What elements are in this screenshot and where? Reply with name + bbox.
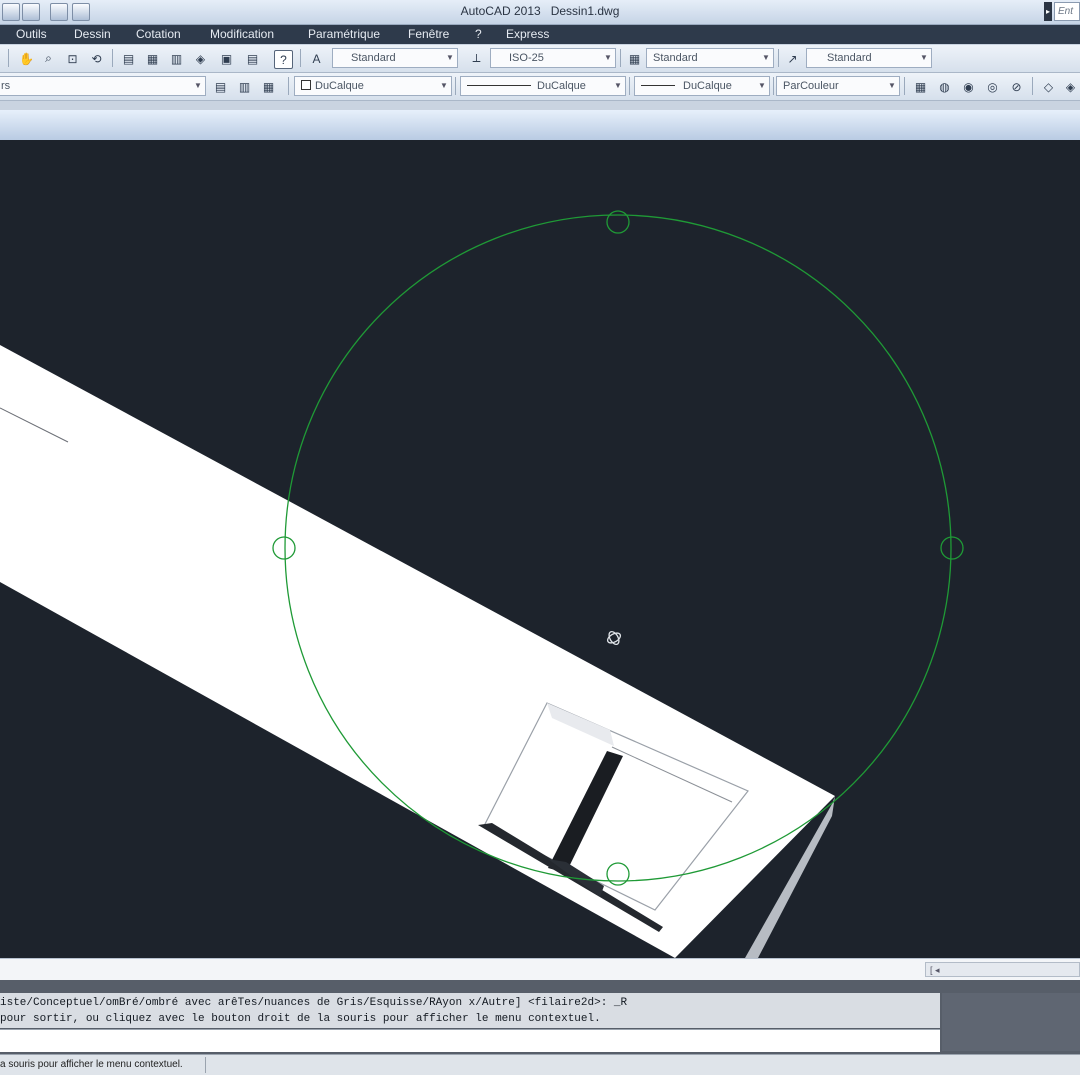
- multileader-style-select[interactable]: Standard ▼: [806, 48, 932, 68]
- view-cube-2-icon[interactable]: ◈: [1062, 78, 1079, 95]
- realistic-sphere-icon[interactable]: ◎: [984, 78, 1001, 95]
- lineweight-preview: [641, 85, 675, 86]
- search-input[interactable]: Ent: [1054, 2, 1080, 21]
- properties-toolbar: rs ▼ ▤ ▥ ▦ DuCalque ▼ DuCalque ▼ DuCalque ▼ …: [0, 73, 1080, 101]
- command-history-line-2: pour sortir, ou cliquez avec le bouton d…: [0, 1013, 601, 1025]
- table-style-select[interactable]: Standard ▼: [646, 48, 774, 68]
- slab-top-face: [0, 345, 835, 958]
- shaded-sphere-icon[interactable]: ◉: [960, 78, 977, 95]
- linetype-select[interactable]: DuCalque ▼: [460, 76, 626, 96]
- menu-modification[interactable]: Modification: [210, 27, 274, 41]
- sphere-icon[interactable]: ◍: [936, 78, 953, 95]
- color-value: DuCalque: [315, 80, 364, 92]
- file-name: Dessin1.dwg: [550, 4, 620, 18]
- dim-style-icon[interactable]: ⟂: [468, 50, 485, 67]
- drawing-tab-strip: [0, 110, 1080, 141]
- markup-icon[interactable]: ▣: [218, 50, 235, 67]
- layer-select[interactable]: rs ▼: [0, 76, 206, 96]
- multileader-style-icon[interactable]: ↗: [784, 50, 801, 67]
- color-select[interactable]: DuCalque ▼: [294, 76, 452, 96]
- orbit-handle-right: [940, 536, 964, 560]
- table-style-value: Standard: [653, 52, 698, 64]
- color-swatch-icon: [301, 80, 311, 90]
- wireframe-box-icon[interactable]: ▦: [912, 78, 929, 95]
- layer-previous-icon[interactable]: ▥: [236, 78, 253, 95]
- menu-cotation[interactable]: Cotation: [136, 27, 181, 41]
- linetype-value: DuCalque: [537, 80, 586, 92]
- horizontal-scrollbar[interactable]: [ ◂: [925, 962, 1080, 977]
- layer-states-icon[interactable]: ▦: [260, 78, 277, 95]
- lineweight-select[interactable]: DuCalque ▼: [634, 76, 770, 96]
- status-text: a souris pour afficher le menu contextue…: [0, 1059, 183, 1070]
- dim-style-select[interactable]: ISO-25 ▼: [490, 48, 616, 68]
- lineweight-value: DuCalque: [683, 80, 732, 92]
- zoom-window-icon[interactable]: ⊡: [64, 50, 81, 67]
- menu-dessin[interactable]: Dessin: [74, 27, 111, 41]
- text-style-icon[interactable]: A: [308, 50, 325, 67]
- command-window: iste/Conceptuel/omBré/ombré avec arêTes/…: [0, 980, 1080, 1054]
- window-title: AutoCAD 2013 Dessin1.dwg: [0, 4, 1080, 18]
- table-style-icon[interactable]: ▦: [626, 50, 643, 67]
- menu-express[interactable]: Express: [506, 27, 549, 41]
- layer-value: rs: [1, 80, 11, 92]
- view-cube-icon[interactable]: ◇: [1040, 78, 1057, 95]
- zoom-previous-icon[interactable]: ⟲: [88, 50, 105, 67]
- command-history: iste/Conceptuel/omBré/ombré avec arêTes/…: [0, 993, 940, 1028]
- linetype-preview: [467, 85, 531, 86]
- orbit-cursor-icon: [606, 630, 622, 646]
- status-bar: a souris pour afficher le menu contextue…: [0, 1054, 1080, 1075]
- plot-style-value: ParCouleur: [783, 80, 839, 92]
- design-center-icon[interactable]: ▦: [144, 50, 161, 67]
- drawing-viewport[interactable]: [0, 140, 1080, 958]
- calculator-icon[interactable]: ▤: [244, 50, 261, 67]
- text-style-value: Standard: [351, 52, 396, 64]
- app-name: AutoCAD 2013: [460, 4, 541, 18]
- text-style-select[interactable]: Standard ▼: [332, 48, 458, 68]
- multileader-style-value: Standard: [827, 52, 872, 64]
- layout-tab-row: [ ◂: [0, 958, 1080, 981]
- tool-palettes-icon[interactable]: ▥: [168, 50, 185, 67]
- command-input[interactable]: [0, 1029, 940, 1052]
- sheet-set-icon[interactable]: ◈: [192, 50, 209, 67]
- status-divider: [205, 1057, 206, 1073]
- command-side-panel: [942, 993, 1080, 1051]
- zoom-realtime-icon[interactable]: ⌕: [40, 50, 57, 67]
- menu-bar: Outils Dessin Cotation Modification Para…: [0, 25, 1080, 44]
- command-history-line-1: iste/Conceptuel/omBré/ombré avec arêTes/…: [0, 997, 628, 1009]
- menu-help[interactable]: ?: [475, 27, 482, 41]
- menu-outils[interactable]: Outils: [16, 27, 47, 41]
- menu-parametrique[interactable]: Paramétrique: [308, 27, 380, 41]
- make-current-layer-icon[interactable]: ▤: [212, 78, 229, 95]
- dim-style-value: ISO-25: [509, 52, 544, 64]
- title-bar: AutoCAD 2013 Dessin1.dwg ▸ Ent: [0, 0, 1080, 25]
- drawing-canvas[interactable]: [0, 140, 1080, 958]
- orbit-handle-top: [606, 210, 630, 234]
- menu-fenetre[interactable]: Fenêtre: [408, 27, 449, 41]
- help-icon[interactable]: ?: [274, 50, 293, 69]
- properties-icon[interactable]: ▤: [120, 50, 137, 67]
- standard-toolbar: ✋ ⌕ ⊡ ⟲ ▤ ▦ ▥ ◈ ▣ ▤ ? A Standard ▼ ⟂ ISO-…: [0, 45, 1080, 73]
- conceptual-icon[interactable]: ⊘: [1008, 78, 1025, 95]
- plot-style-select[interactable]: ParCouleur ▼: [776, 76, 900, 96]
- pan-icon[interactable]: ✋: [18, 50, 35, 67]
- search-arrow-icon[interactable]: ▸: [1044, 2, 1052, 21]
